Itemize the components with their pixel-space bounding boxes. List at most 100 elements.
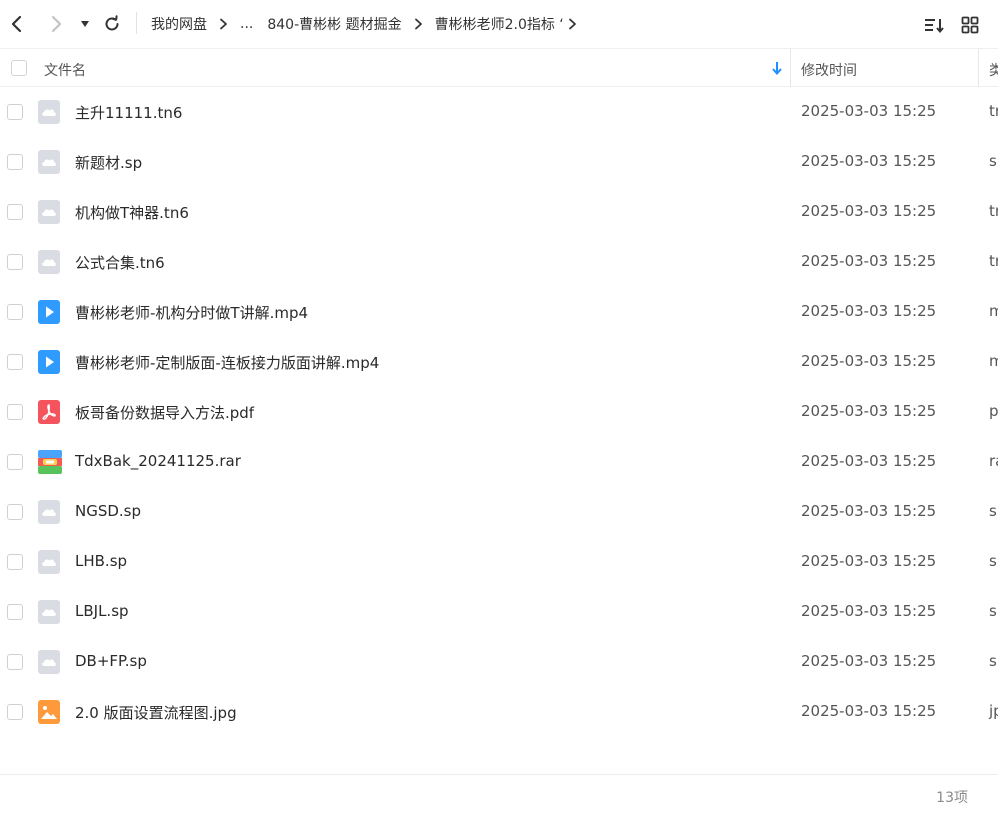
file-name[interactable]: NGSD.sp — [75, 502, 141, 520]
file-modified-time: 2025-03-03 15:25 — [801, 152, 937, 170]
row-checkbox[interactable] — [7, 354, 23, 370]
column-divider[interactable] — [978, 49, 979, 87]
file-modified-time: 2025-03-03 15:25 — [801, 602, 937, 620]
generic-file-icon — [38, 200, 60, 224]
file-type: sp — [989, 552, 998, 570]
file-type: sp — [989, 152, 998, 170]
file-type: p — [989, 402, 998, 420]
video-file-icon — [38, 300, 60, 324]
file-row[interactable]: 新题材.sp 2025-03-03 15:25 sp — [0, 137, 998, 187]
row-checkbox[interactable] — [7, 204, 23, 220]
file-name[interactable]: DB+FP.sp — [75, 652, 147, 670]
breadcrumb-item-root[interactable]: 我的网盘 — [151, 14, 207, 34]
column-header-type[interactable]: 类 — [989, 60, 998, 80]
chevron-right-icon — [414, 18, 423, 30]
file-row[interactable]: TdxBak_20241125.rar 2025-03-03 15:25 ra — [0, 437, 998, 487]
file-modified-time: 2025-03-03 15:25 — [801, 452, 937, 470]
file-row[interactable]: 曹彬彬老师-机构分时做T讲解.mp4 2025-03-03 15:25 m — [0, 287, 998, 337]
file-name[interactable]: 曹彬彬老师-机构分时做T讲解.mp4 — [75, 302, 308, 323]
file-name[interactable]: 公式合集.tn6 — [75, 252, 165, 273]
file-name[interactable]: LHB.sp — [75, 552, 127, 570]
column-divider[interactable] — [790, 49, 791, 87]
file-type: tr — [989, 202, 998, 220]
row-checkbox[interactable] — [7, 104, 23, 120]
file-type: sp — [989, 652, 998, 670]
file-name[interactable]: LBJL.sp — [75, 602, 129, 620]
file-name[interactable]: 机构做T神器.tn6 — [75, 202, 189, 223]
row-checkbox[interactable] — [7, 654, 23, 670]
grid-icon — [961, 16, 979, 34]
file-type: tr — [989, 102, 998, 120]
breadcrumb-item-ellipsis[interactable]: ... — [240, 16, 253, 32]
chevron-right-icon — [219, 18, 228, 30]
file-name[interactable]: 新题材.sp — [75, 152, 142, 173]
toolbar-divider — [136, 12, 137, 34]
file-row[interactable]: DB+FP.sp 2025-03-03 15:25 sp — [0, 637, 998, 687]
file-name[interactable]: 2.0 版面设置流程图.jpg — [75, 702, 237, 723]
file-type: ra — [989, 452, 998, 470]
column-header-name[interactable]: 文件名 — [44, 60, 86, 80]
file-row[interactable]: NGSD.sp 2025-03-03 15:25 sp — [0, 487, 998, 537]
row-checkbox[interactable] — [7, 704, 23, 720]
file-type: sp — [989, 502, 998, 520]
file-type: tr — [989, 252, 998, 270]
file-row[interactable]: 机构做T神器.tn6 2025-03-03 15:25 tr — [0, 187, 998, 237]
video-file-icon — [38, 350, 60, 374]
file-name[interactable]: 曹彬彬老师-定制版面-连板接力版面讲解.mp4 — [75, 352, 379, 373]
generic-file-icon — [38, 600, 60, 624]
file-row[interactable]: 2.0 版面设置流程图.jpg 2025-03-03 15:25 jp — [0, 687, 998, 737]
file-list-header: 文件名 修改时间 类 — [0, 48, 998, 87]
forward-button[interactable] — [44, 12, 68, 36]
caret-down-icon — [81, 21, 89, 27]
file-row[interactable]: 板哥备份数据导入方法.pdf 2025-03-03 15:25 p — [0, 387, 998, 437]
breadcrumb: 我的网盘 ... 840-曹彬彬 题材掘金 曹彬彬老师2.0指标 ‘ — [151, 0, 589, 48]
row-checkbox[interactable] — [7, 454, 23, 470]
row-checkbox[interactable] — [7, 404, 23, 420]
back-button[interactable] — [5, 12, 29, 36]
file-name[interactable]: 主升11111.tn6 — [75, 102, 182, 123]
chevron-right-icon — [51, 15, 62, 33]
row-checkbox[interactable] — [7, 504, 23, 520]
generic-file-icon — [38, 100, 60, 124]
file-list: 主升11111.tn6 2025-03-03 15:25 tr 新题材.sp 2025-… — [0, 87, 998, 737]
row-checkbox[interactable] — [7, 254, 23, 270]
file-modified-time: 2025-03-03 15:25 — [801, 302, 937, 320]
file-modified-time: 2025-03-03 15:25 — [801, 202, 937, 220]
file-modified-time: 2025-03-03 15:25 — [801, 402, 937, 420]
file-row[interactable]: 主升11111.tn6 2025-03-03 15:25 tr — [0, 87, 998, 137]
image-file-icon — [38, 700, 60, 724]
pdf-file-icon — [38, 400, 60, 424]
generic-file-icon — [38, 650, 60, 674]
file-type: m — [989, 352, 998, 370]
archive-file-icon — [38, 450, 62, 474]
sort-options-button[interactable] — [922, 13, 946, 37]
breadcrumb-item-current[interactable]: 曹彬彬老师2.0指标 ‘ — [435, 14, 564, 34]
file-row[interactable]: 公式合集.tn6 2025-03-03 15:25 tr — [0, 237, 998, 287]
file-modified-time: 2025-03-03 15:25 — [801, 502, 937, 520]
file-modified-time: 2025-03-03 15:25 — [801, 702, 937, 720]
sort-descending-icon[interactable] — [770, 60, 784, 76]
file-type: m — [989, 302, 998, 320]
generic-file-icon — [38, 550, 60, 574]
file-row[interactable]: LHB.sp 2025-03-03 15:25 sp — [0, 537, 998, 587]
breadcrumb-item-folder[interactable]: 840-曹彬彬 题材掘金 — [267, 14, 401, 34]
file-name[interactable]: 板哥备份数据导入方法.pdf — [75, 402, 254, 423]
item-count: 13项 — [936, 790, 968, 806]
row-checkbox[interactable] — [7, 304, 23, 320]
refresh-icon — [105, 15, 119, 31]
row-checkbox[interactable] — [7, 604, 23, 620]
file-name[interactable]: TdxBak_20241125.rar — [75, 452, 241, 470]
chevron-left-icon — [11, 15, 22, 33]
row-checkbox[interactable] — [7, 554, 23, 570]
select-all-checkbox[interactable] — [11, 60, 27, 76]
refresh-button[interactable] — [100, 12, 124, 36]
file-type: jp — [989, 702, 998, 720]
column-header-time[interactable]: 修改时间 — [801, 60, 857, 80]
generic-file-icon — [38, 250, 60, 274]
row-checkbox[interactable] — [7, 154, 23, 170]
status-bar: 13项 — [0, 774, 998, 815]
history-dropdown-button[interactable] — [73, 12, 97, 36]
file-row[interactable]: LBJL.sp 2025-03-03 15:25 sp — [0, 587, 998, 637]
grid-view-button[interactable] — [958, 13, 982, 37]
file-row[interactable]: 曹彬彬老师-定制版面-连板接力版面讲解.mp4 2025-03-03 15:25 m — [0, 337, 998, 387]
